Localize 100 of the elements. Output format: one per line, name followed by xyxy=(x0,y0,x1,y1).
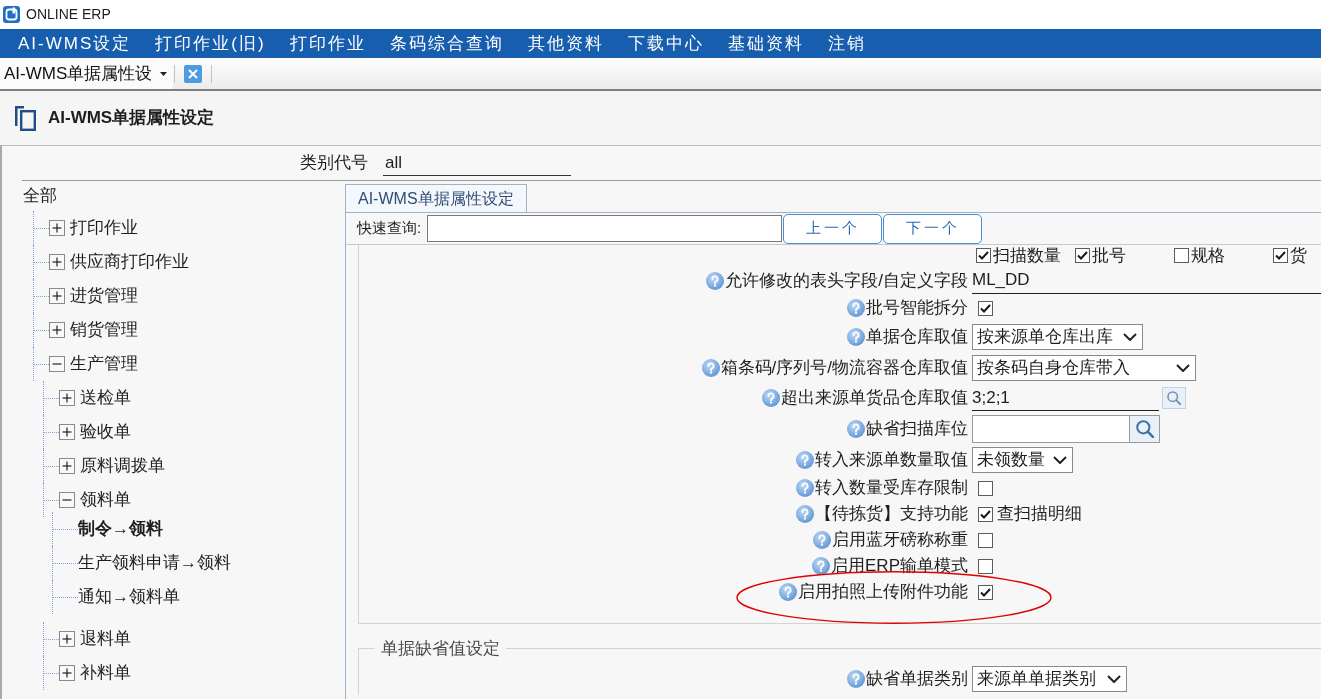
checkbox[interactable] xyxy=(978,300,993,316)
chevron-down-icon xyxy=(1107,675,1121,683)
search-field[interactable] xyxy=(972,414,1130,443)
help-icon[interactable] xyxy=(847,299,865,317)
field-label: 启用ERP输单模式 xyxy=(831,555,968,578)
window-title: ONLINE ERP xyxy=(26,5,111,24)
menu-item[interactable]: 打印作业(旧) xyxy=(155,30,266,57)
field-label: 启用拍照上传附件功能 xyxy=(798,581,968,604)
checkbox-label: 扫描数量 xyxy=(993,245,1061,267)
tree-item[interactable]: 制令→领料 xyxy=(78,516,163,542)
checkbox[interactable] xyxy=(1174,248,1189,263)
expand-icon[interactable] xyxy=(49,220,65,236)
search-button[interactable] xyxy=(1162,387,1186,409)
close-button[interactable] xyxy=(184,64,203,83)
expand-icon[interactable] xyxy=(49,254,65,270)
tree-item[interactable]: 原料调拨单 xyxy=(80,453,165,479)
help-icon[interactable] xyxy=(847,670,865,688)
checkbox[interactable] xyxy=(978,532,993,548)
category-field[interactable]: all xyxy=(383,150,571,176)
field-label: 转入来源单数量取值 xyxy=(815,448,968,471)
field-label: 【待拣货】支持功能 xyxy=(815,503,968,526)
expand-icon[interactable] xyxy=(49,322,65,338)
help-icon[interactable] xyxy=(779,583,797,601)
expand-icon[interactable] xyxy=(59,424,75,440)
expand-icon[interactable] xyxy=(59,390,75,406)
previous-button[interactable]: 上一个 xyxy=(783,213,882,244)
menu-item[interactable]: AI-WMS设定 xyxy=(18,30,132,57)
help-icon[interactable] xyxy=(796,505,814,523)
checkbox-label: 规格 xyxy=(1191,245,1225,267)
tree-item[interactable]: 领料单 xyxy=(80,487,131,513)
tree-item[interactable]: 销货管理 xyxy=(70,317,138,343)
checkbox[interactable] xyxy=(1075,248,1090,263)
checkmark-icon xyxy=(1077,251,1088,260)
checkbox[interactable] xyxy=(1273,248,1288,263)
checkbox[interactable] xyxy=(976,248,991,263)
tree-item[interactable]: 退料单 xyxy=(80,626,131,652)
tree-item[interactable]: 供应商打印作业 xyxy=(70,249,189,275)
help-icon[interactable] xyxy=(847,419,865,438)
tree-item[interactable]: 送检单 xyxy=(80,385,131,411)
group-title: 单据缺省值设定 xyxy=(380,638,501,660)
quick-search-field[interactable] xyxy=(427,215,782,242)
field-label: 启用蓝牙磅称称重 xyxy=(832,529,968,552)
tree-item[interactable]: 补料单 xyxy=(80,660,131,686)
help-icon[interactable] xyxy=(796,479,814,497)
field-label: 缺省扫描库位 xyxy=(866,417,968,440)
field-label: 允许修改的表头字段/自定义字段 xyxy=(725,269,968,292)
help-icon[interactable] xyxy=(812,557,831,575)
logo-icon xyxy=(3,6,20,23)
menu-item[interactable]: 其他资料 xyxy=(527,30,604,57)
field-label: 超出来源单货品仓库取值 xyxy=(781,387,968,410)
menu-item[interactable]: 条码综合查询 xyxy=(389,30,504,57)
checkbox[interactable] xyxy=(978,558,993,574)
menu-item[interactable]: 基础资料 xyxy=(727,30,804,57)
checkbox-label: 货 xyxy=(1290,245,1307,267)
next-button[interactable]: 下一个 xyxy=(883,213,982,244)
help-icon[interactable] xyxy=(847,327,865,346)
collapse-icon[interactable] xyxy=(59,492,75,508)
checkmark-icon xyxy=(980,303,991,313)
tree-item[interactable]: 验收单 xyxy=(80,419,131,445)
chevron-down-icon xyxy=(1123,332,1137,341)
expand-icon[interactable] xyxy=(59,631,75,647)
checkbox[interactable] xyxy=(978,506,993,522)
pages-icon xyxy=(14,105,36,131)
menu-item[interactable]: 下载中心 xyxy=(627,30,704,57)
expand-icon[interactable] xyxy=(59,665,75,681)
tree-item[interactable]: 生产领料申请→领料 xyxy=(78,550,231,576)
help-icon[interactable] xyxy=(701,358,720,377)
select-field[interactable]: 来源单单据类别 xyxy=(972,666,1127,692)
field-label: 箱条码/序列号/物流容器仓库取值 xyxy=(720,356,968,379)
help-icon[interactable] xyxy=(706,271,725,290)
select-field[interactable]: 未领数量 xyxy=(972,446,1073,473)
tree-item[interactable]: 进货管理 xyxy=(70,283,138,309)
checkbox-label: 批号 xyxy=(1092,245,1126,267)
select-field[interactable]: 按条码自身仓库带入 xyxy=(972,354,1196,381)
checkbox-label: 查扫描明细 xyxy=(997,503,1082,526)
checkmark-icon xyxy=(978,251,989,260)
menu-item[interactable]: 注销 xyxy=(827,30,866,57)
help-icon[interactable] xyxy=(762,389,780,407)
select-field[interactable]: 按来源单仓库出库 xyxy=(972,323,1143,350)
expand-icon[interactable] xyxy=(59,458,75,474)
tree-item[interactable]: 打印作业 xyxy=(70,215,138,241)
help-icon[interactable] xyxy=(796,450,814,469)
checkbox[interactable] xyxy=(978,480,993,496)
help-icon[interactable] xyxy=(813,531,831,549)
field-label: 缺省单据类别 xyxy=(866,668,968,691)
menu-item[interactable]: 打印作业 xyxy=(289,30,366,57)
page-title: AI-WMS单据属性设定 xyxy=(48,107,215,130)
tab[interactable]: AI-WMS单据属性设定 xyxy=(345,184,527,212)
tree-item[interactable]: 通知→领料单 xyxy=(78,584,180,610)
expand-icon[interactable] xyxy=(49,288,65,304)
close-icon xyxy=(188,68,199,79)
checkbox[interactable] xyxy=(978,584,993,600)
text-field[interactable]: ML_DD xyxy=(972,267,1321,294)
checkmark-icon xyxy=(980,587,991,597)
lookup-field[interactable]: 3;2;1 xyxy=(972,385,1159,411)
search-button[interactable] xyxy=(1130,414,1160,443)
tree-item[interactable]: 全部 xyxy=(23,183,57,209)
caret-down-icon[interactable] xyxy=(160,71,168,76)
tree-item[interactable]: 生产管理 xyxy=(70,351,138,377)
collapse-icon[interactable] xyxy=(49,356,65,372)
